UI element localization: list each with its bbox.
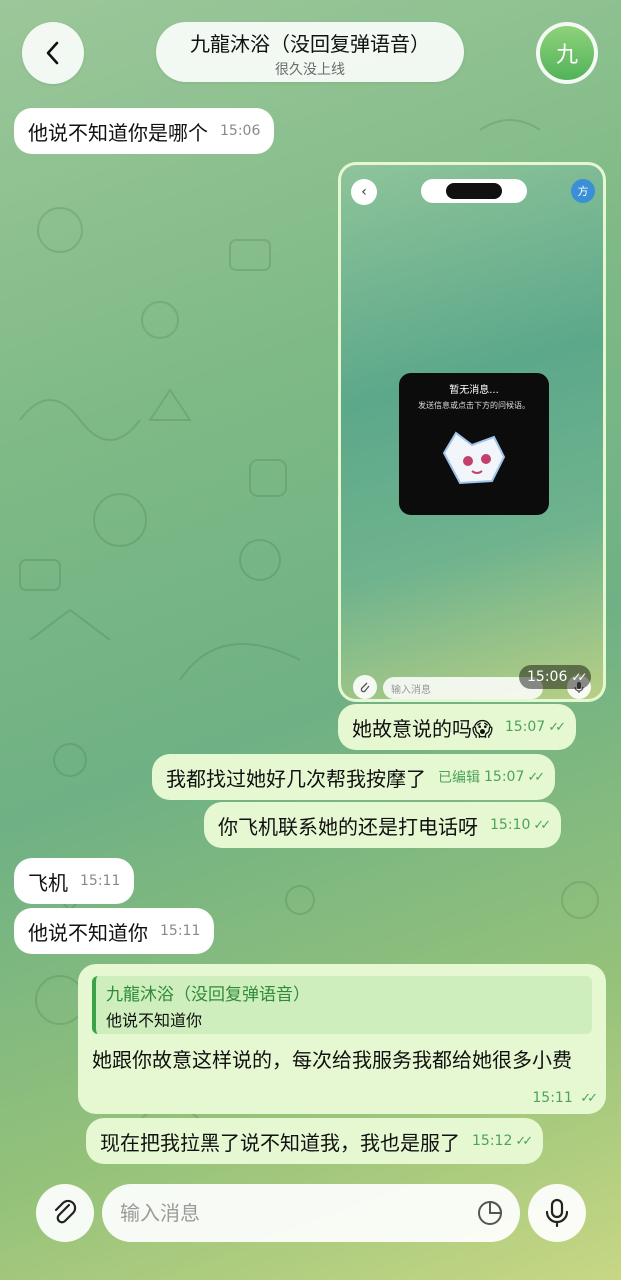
chat-title: 九龍沐浴（没回复弹语音） [190, 32, 430, 56]
empty-title: 暂无消息... [449, 385, 499, 396]
paperclip-icon [353, 675, 377, 699]
paperclip-icon [54, 1199, 77, 1224]
empty-subtitle: 发送信息或点击下方的问候语。 [418, 401, 530, 410]
quote-text: 他说不知道你 [106, 1011, 203, 1030]
message-incoming[interactable]: 飞机 15:11 [14, 858, 135, 904]
double-check-icon: ✓✓ [580, 1091, 598, 1106]
message-text: 他说不知道你是哪个 [28, 120, 208, 145]
message-outgoing-image[interactable]: ‹ 方 暂无消息... 发送信息或点击下方的问候语。 输入消息 15:06 ✓✓ [338, 162, 606, 702]
attach-button[interactable] [36, 1184, 94, 1242]
message-time: 15:11 [532, 1090, 573, 1106]
chevron-left-icon [46, 41, 59, 65]
message-text: 现在把我拉黑了说不知道我，我也是服了 [100, 1130, 460, 1155]
message-input[interactable] [118, 1200, 462, 1226]
message-input-bar[interactable] [102, 1184, 520, 1242]
message-time: 15:07 [504, 719, 546, 735]
chat-header[interactable]: 九龍沐浴（没回复弹语音） 很久没上线 [156, 22, 464, 82]
message-outgoing[interactable]: 现在把我拉黑了说不知道我，我也是服了 15:12 ✓✓ [86, 1118, 544, 1164]
message-outgoing[interactable]: 我都找过她好几次帮我按摩了 已编辑 15:07 ✓✓ [152, 754, 556, 800]
message-time: 15:06 [527, 669, 568, 685]
edited-label: 已编辑 [438, 770, 480, 786]
double-check-icon: ✓✓ [548, 719, 566, 735]
quoted-message[interactable]: 九龍沐浴（没回复弹语音） 他说不知道你 [92, 976, 592, 1034]
scribbled-name [421, 179, 527, 203]
back-button[interactable] [22, 22, 84, 84]
message-time: 15:07 [484, 769, 525, 785]
chevron-left-icon: ‹ [351, 179, 377, 205]
microphone-icon [545, 1198, 569, 1228]
image-time-badge: 15:06 ✓✓ [519, 665, 592, 689]
sticker-icon [442, 431, 506, 485]
double-check-icon: ✓✓ [571, 670, 587, 684]
message-text: 他说不知道你 [28, 920, 148, 945]
message-time: 15:10 [490, 817, 531, 833]
mini-avatar: 方 [571, 179, 595, 203]
message-outgoing-reply[interactable]: 九龍沐浴（没回复弹语音） 他说不知道你 她跟你故意这样说的，每次给我服务我都给她… [78, 964, 606, 1114]
last-seen-status: 很久没上线 [275, 62, 345, 78]
sticker-icon[interactable] [476, 1199, 504, 1227]
message-incoming[interactable]: 他说不知道你 15:11 [14, 908, 215, 954]
message-time: 15:06 [220, 123, 261, 139]
message-text: 我都找过她好几次帮我按摩了 [166, 766, 426, 791]
message-text: 你飞机联系她的还是打电话呀 [218, 814, 478, 839]
message-text: 她跟你故意这样说的，每次给我服务我都给她很多小费 [92, 1048, 572, 1072]
double-check-icon: ✓✓ [527, 769, 545, 785]
message-outgoing[interactable]: 你飞机联系她的还是打电话呀 15:10 ✓✓ [204, 802, 562, 848]
double-check-icon: ✓✓ [533, 817, 551, 833]
message-outgoing[interactable]: 她故意说的吗😱 15:07 ✓✓ [338, 704, 577, 750]
message-time: 15:11 [80, 873, 121, 889]
avatar: 九 [540, 26, 594, 80]
contact-avatar-button[interactable]: 九 [536, 22, 598, 84]
message-time: 15:11 [160, 923, 201, 939]
voice-record-button[interactable] [528, 1184, 586, 1242]
message-time: 15:12 [472, 1133, 513, 1149]
message-text: 她故意说的吗😱 [352, 716, 493, 741]
quote-author: 九龍沐浴（没回复弹语音） [106, 985, 310, 1005]
empty-chat-card: 暂无消息... 发送信息或点击下方的问候语。 [399, 373, 549, 515]
message-text: 飞机 [28, 870, 68, 895]
double-check-icon: ✓✓ [515, 1133, 533, 1149]
screenshot-image[interactable]: ‹ 方 暂无消息... 发送信息或点击下方的问候语。 输入消息 15:06 ✓✓ [341, 165, 603, 699]
message-meta: 15:11 ✓✓ [532, 1090, 598, 1106]
message-incoming[interactable]: 他说不知道你是哪个 15:06 [14, 108, 275, 154]
